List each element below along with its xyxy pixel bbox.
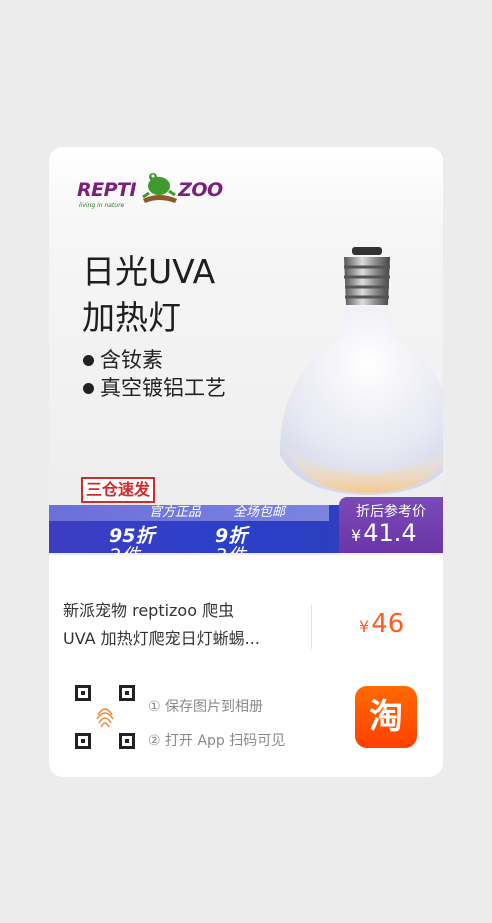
discount-price-tag: 折后参考价 ¥41.4	[339, 497, 443, 553]
deal-two-items: 2件95折	[109, 525, 155, 555]
deal-three-items: 3件9折	[215, 525, 248, 555]
product-headline: 日光UVA 加热灯	[82, 252, 216, 337]
reptizoo-logo: REPTI ZOO living in nature	[77, 169, 223, 211]
step-open-app: ② 打开 App 扫码可见	[148, 733, 286, 749]
share-card: REPTI ZOO living in nature 日光UVA 加热灯 含钕素 …	[49, 147, 443, 777]
taobao-app-icon[interactable]: 淘	[355, 686, 417, 748]
divider	[311, 605, 312, 649]
logo-tagline: living in nature	[79, 202, 125, 209]
official-label: 官方正品	[149, 505, 202, 520]
uva-bulb-image	[279, 247, 443, 495]
promo-top-strip: 官方正品 全场包邮	[49, 505, 329, 521]
promo-banner: 官方正品 全场包邮 2件95折 3件9折 折后参考价 ¥41.4	[49, 497, 443, 555]
discount-price-value: ¥41.4	[351, 519, 417, 547]
product-price: ¥46	[359, 609, 405, 639]
frog-icon	[142, 173, 177, 203]
fast-ship-badge: 三仓速发	[81, 477, 156, 503]
feature-bullet: 真空镀铝工艺	[83, 374, 226, 402]
product-title[interactable]: 新派宠物 reptizoo 爬虫 UVA 加热灯爬宠日灯蜥蜴...	[63, 597, 303, 653]
feature-bullets: 含钕素 真空镀铝工艺	[83, 346, 226, 402]
feature-bullet: 含钕素	[83, 346, 226, 374]
step-save-image: ① 保存图片到相册	[148, 699, 264, 715]
share-steps: ① 保存图片到相册 ② 打开 App 扫码可见	[148, 690, 285, 758]
discount-price-label: 折后参考价	[356, 504, 426, 520]
free-shipping-label: 全场包邮	[233, 505, 286, 520]
qr-code-icon[interactable]	[73, 683, 137, 753]
product-image[interactable]: REPTI ZOO living in nature 日光UVA 加热灯 含钕素 …	[49, 147, 443, 555]
